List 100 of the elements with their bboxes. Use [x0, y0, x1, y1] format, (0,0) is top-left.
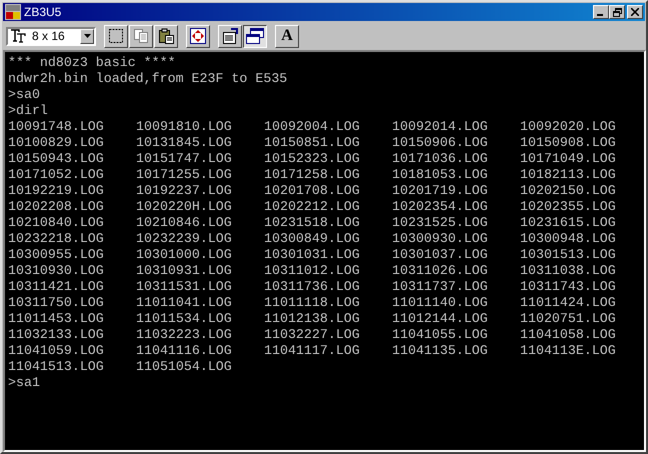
copy-icon — [133, 28, 149, 44]
file-name: 10301031.LOG — [264, 247, 360, 263]
file-name: 11011534.LOG — [136, 311, 232, 327]
four-arrows-icon — [190, 28, 206, 44]
file-name: 10202354.LOG — [392, 199, 488, 215]
file-name: 10091748.LOG — [8, 119, 104, 135]
file-name: 10300948.LOG — [520, 231, 616, 247]
file-name: 10171049.LOG — [520, 151, 616, 167]
file-name: 10210846.LOG — [136, 215, 232, 231]
file-name: 10201719.LOG — [392, 183, 488, 199]
console-line: >sa0 — [8, 87, 40, 103]
properties-icon — [222, 28, 238, 44]
file-name: 10311421.LOG — [8, 279, 104, 295]
file-name: 10150943.LOG — [8, 151, 104, 167]
file-name: 11011140.LOG — [392, 295, 488, 311]
file-name: 10301037.LOG — [392, 247, 488, 263]
paste-icon — [158, 28, 174, 44]
console-line: *** nd80z3 basic **** — [8, 55, 176, 71]
file-name: 10311750.LOG — [8, 295, 104, 311]
file-name: 10231525.LOG — [392, 215, 488, 231]
file-name: 10300849.LOG — [264, 231, 360, 247]
file-name: 10300930.LOG — [392, 231, 488, 247]
file-name: 11041117.LOG — [264, 343, 360, 359]
file-name: 11041513.LOG — [8, 359, 104, 375]
console-line: ndwr2h.bin loaded,from E23F to E535 — [8, 71, 288, 87]
file-name: 10092004.LOG — [264, 119, 360, 135]
restore-button[interactable] — [609, 5, 625, 19]
file-name: 10311012.LOG — [264, 263, 360, 279]
file-name: 10300955.LOG — [8, 247, 104, 263]
console-line: >sa1 — [8, 375, 40, 391]
file-name: 11041116.LOG — [136, 343, 232, 359]
file-name: 1020220H.LOG — [136, 199, 232, 215]
file-name: 10201708.LOG — [264, 183, 360, 199]
file-name: 10231615.LOG — [520, 215, 616, 231]
file-name: 1104113E.LOG — [520, 343, 616, 359]
file-name: 10100829.LOG — [8, 135, 104, 151]
file-name: 11020751.LOG — [520, 311, 616, 327]
file-name: 11012138.LOG — [264, 311, 360, 327]
file-name: 10232239.LOG — [136, 231, 232, 247]
file-name: 10301513.LOG — [520, 247, 616, 263]
file-name: 10171258.LOG — [264, 167, 360, 183]
close-icon — [631, 8, 639, 16]
file-name: 11011118.LOG — [264, 295, 360, 311]
paste-button[interactable] — [154, 24, 178, 48]
font-size-dropdown[interactable]: 8 x 16 — [6, 26, 96, 46]
file-name: 10150906.LOG — [392, 135, 488, 151]
file-name: 10210840.LOG — [8, 215, 104, 231]
file-name: 11051054.LOG — [136, 359, 232, 375]
font-button[interactable]: A — [275, 24, 299, 48]
file-name: 10171255.LOG — [136, 167, 232, 183]
file-name: 10310930.LOG — [8, 263, 104, 279]
file-name: 10181053.LOG — [392, 167, 488, 183]
file-name: 11041058.LOG — [520, 327, 616, 343]
file-name: 11032223.LOG — [136, 327, 232, 343]
app-icon — [5, 4, 21, 20]
dashed-rectangle-icon — [108, 28, 124, 44]
file-name: 10202208.LOG — [8, 199, 104, 215]
file-name: 10192219.LOG — [8, 183, 104, 199]
minimize-button[interactable] — [593, 5, 609, 19]
file-name: 10301000.LOG — [136, 247, 232, 263]
file-name: 11011453.LOG — [8, 311, 104, 327]
file-name: 10311737.LOG — [392, 279, 488, 295]
file-name: 11041059.LOG — [8, 343, 104, 359]
copy-button[interactable] — [129, 24, 153, 48]
properties-button[interactable] — [218, 24, 242, 48]
file-name: 10310931.LOG — [136, 263, 232, 279]
file-name: 10192237.LOG — [136, 183, 232, 199]
file-name: 11011424.LOG — [520, 295, 616, 311]
file-name: 10150851.LOG — [264, 135, 360, 151]
file-name: 10202212.LOG — [264, 199, 360, 215]
file-name: 10171036.LOG — [392, 151, 488, 167]
file-name: 11032133.LOG — [8, 327, 104, 343]
file-name: 10150908.LOG — [520, 135, 616, 151]
file-name: 10231518.LOG — [264, 215, 360, 231]
file-name: 11011041.LOG — [136, 295, 232, 311]
windows-icon — [246, 28, 264, 44]
file-name: 10152323.LOG — [264, 151, 360, 167]
file-name: 10311038.LOG — [520, 263, 616, 279]
file-name: 10131845.LOG — [136, 135, 232, 151]
fullscreen-button[interactable] — [186, 24, 210, 48]
file-name: 10151747.LOG — [136, 151, 232, 167]
file-name: 10232218.LOG — [8, 231, 104, 247]
mark-button[interactable] — [104, 24, 128, 48]
file-name: 10202355.LOG — [520, 199, 616, 215]
file-name: 10311743.LOG — [520, 279, 616, 295]
file-name: 10311531.LOG — [136, 279, 232, 295]
file-name: 10171052.LOG — [8, 167, 104, 183]
file-name: 11032227.LOG — [264, 327, 360, 343]
close-button[interactable] — [627, 5, 643, 19]
file-name: 11041135.LOG — [392, 343, 488, 359]
console-line: >dirl — [8, 103, 48, 119]
restore-icon — [612, 8, 622, 16]
file-name: 10202150.LOG — [520, 183, 616, 199]
file-name: 10182113.LOG — [520, 167, 616, 183]
file-name: 10091810.LOG — [136, 119, 232, 135]
font-icon — [10, 29, 26, 43]
file-name: 11012144.LOG — [392, 311, 488, 327]
file-name: 11041055.LOG — [392, 327, 488, 343]
file-name: 10092014.LOG — [392, 119, 488, 135]
file-name: 10311026.LOG — [392, 263, 488, 279]
